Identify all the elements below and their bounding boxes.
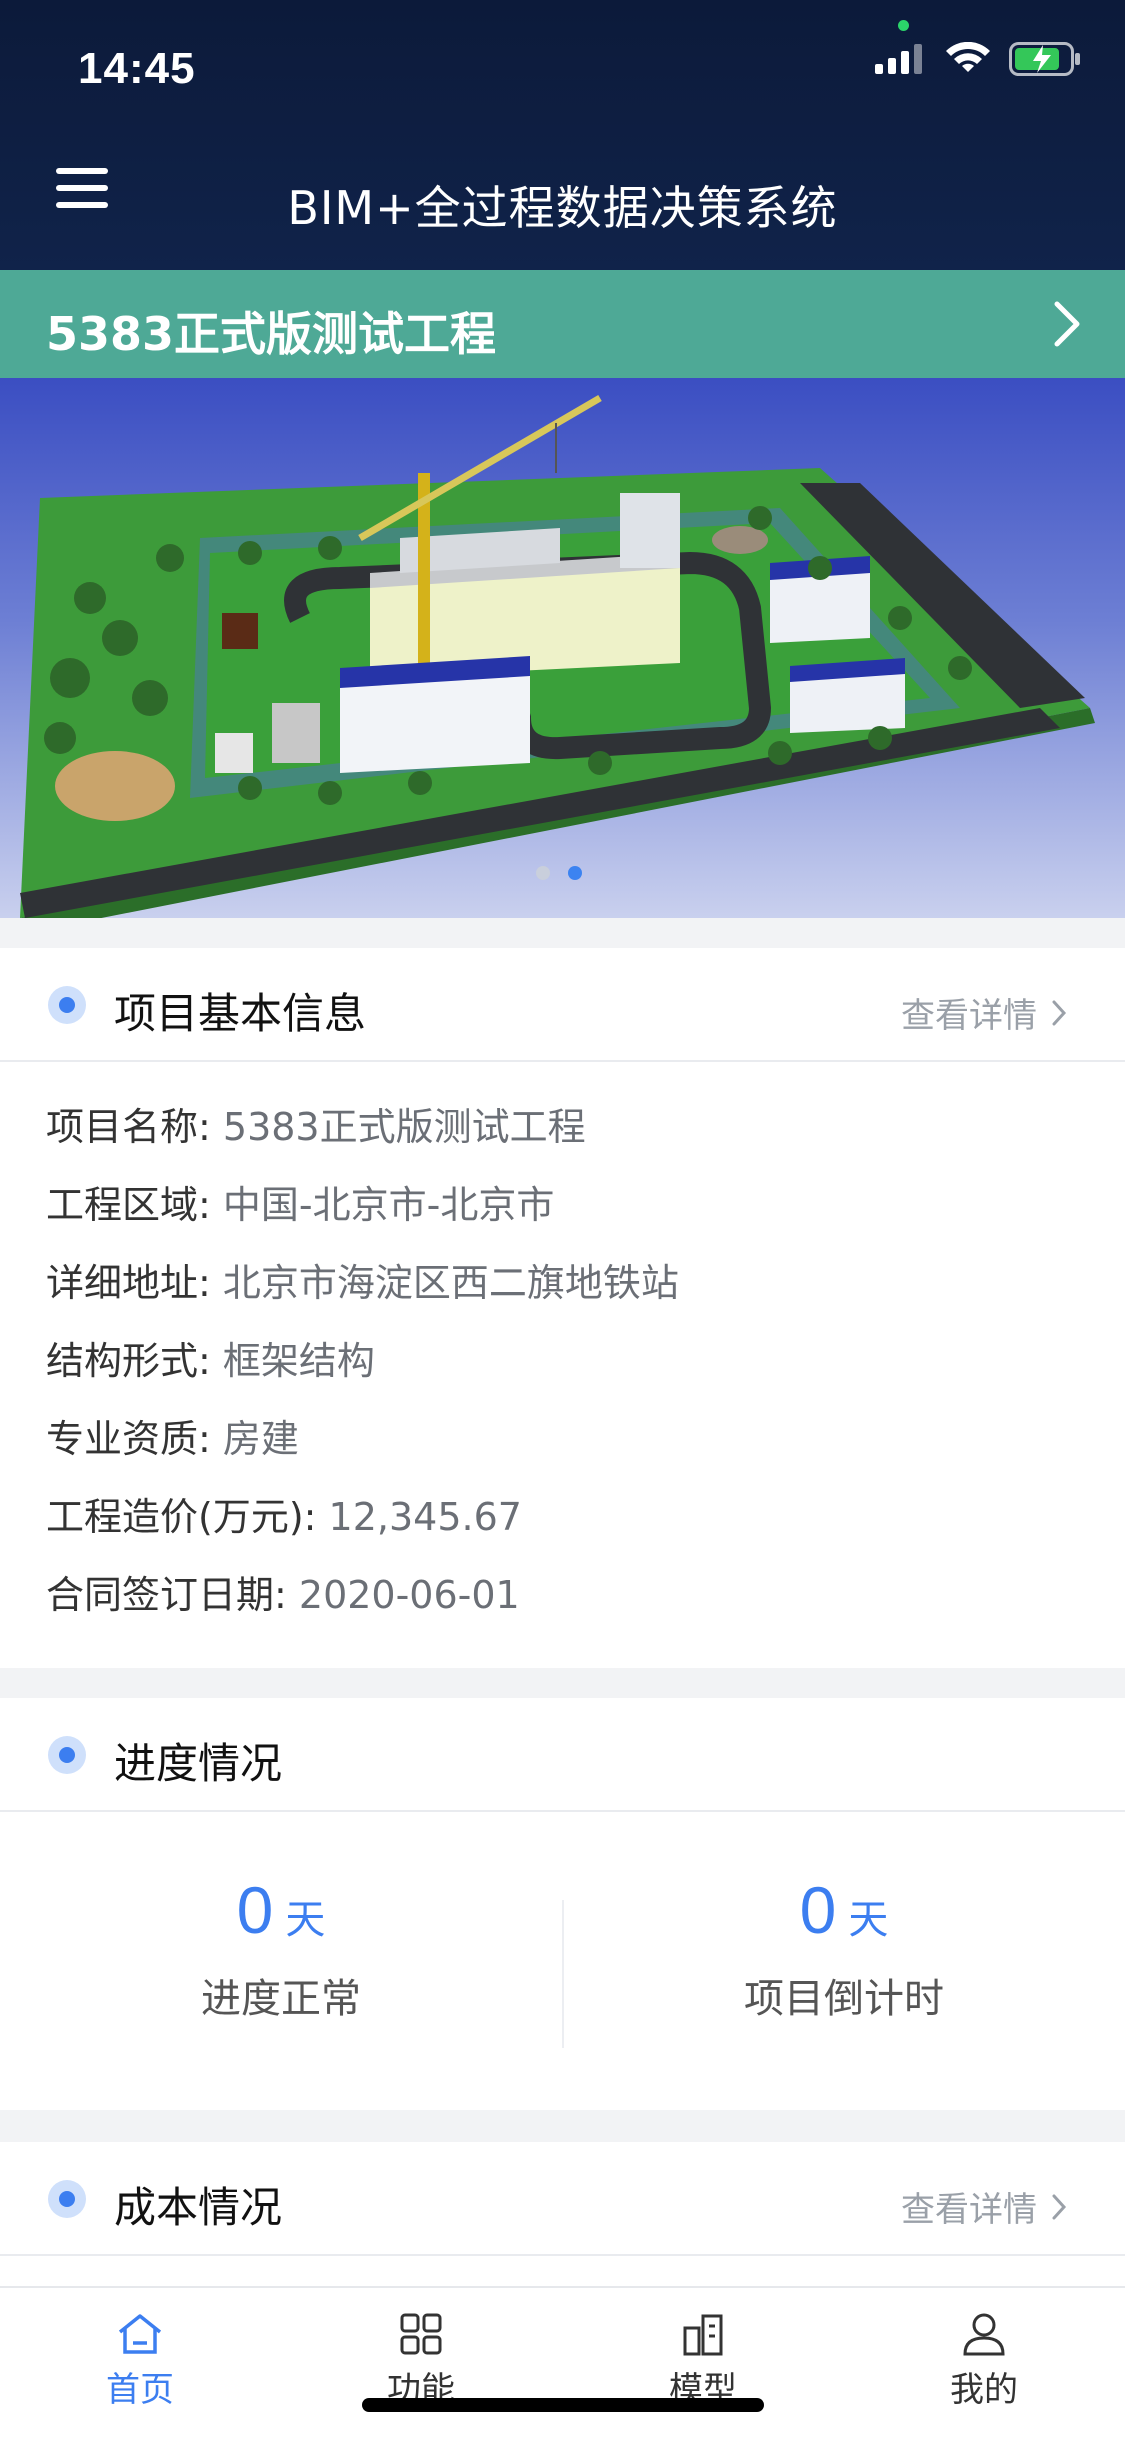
bim-site-model-image xyxy=(20,394,1095,918)
stat-unit: 天 xyxy=(848,1897,889,1943)
carousel-dot[interactable] xyxy=(536,866,550,880)
section-title: 成本情况 xyxy=(114,2183,283,2232)
project-name: 5383正式版测试工程 xyxy=(46,307,497,361)
info-row: 工程造价(万元): 12,345.67 xyxy=(46,1478,1079,1556)
stat-label: 进度正常 xyxy=(201,1976,361,2022)
tab-mine[interactable]: 我的 xyxy=(884,2312,1084,2411)
bottom-tab-bar: 首页 功能 模型 我的 xyxy=(0,2286,1125,2438)
cost-card: 成本情况 查看详情 xyxy=(0,2142,1125,2286)
info-row: 项目名称: 5383正式版测试工程 xyxy=(46,1088,1079,1166)
info-label: 合同签订日期: xyxy=(46,1573,299,1617)
grid-icon xyxy=(400,2313,442,2355)
view-details-label: 查看详情 xyxy=(901,996,1037,1036)
section-bullet-icon xyxy=(48,986,86,1024)
section-title: 项目基本信息 xyxy=(114,989,367,1038)
bim-model-carousel[interactable] xyxy=(0,378,1125,918)
tab-functions[interactable]: 功能 xyxy=(321,2312,521,2411)
basic-info-card: 项目基本信息 查看详情 项目名称: 5383正式版测试工程 工程区域: 中国-北… xyxy=(0,948,1125,1668)
chevron-right-icon xyxy=(1054,301,1080,347)
chevron-right-icon xyxy=(1052,2194,1067,2219)
info-label: 工程造价(万元): xyxy=(46,1495,329,1539)
stat-label: 项目倒计时 xyxy=(744,1976,944,2022)
progress-card: 进度情况 0天 进度正常 0天 项目倒计时 xyxy=(0,1698,1125,2110)
stat-progress-normal: 0天 进度正常 xyxy=(0,1872,562,2024)
stat-value: 0 xyxy=(236,1873,274,1947)
section-bullet-icon xyxy=(48,1736,86,1774)
carousel-dot-active[interactable] xyxy=(568,866,582,880)
building-icon xyxy=(683,2314,723,2356)
info-label: 工程区域: xyxy=(46,1183,223,1227)
progress-header: 进度情况 xyxy=(0,1698,1125,1812)
view-details-link[interactable]: 查看详情 xyxy=(901,2182,1067,2231)
info-label: 专业资质: xyxy=(46,1417,223,1461)
home-icon xyxy=(118,2314,162,2354)
info-value: 框架结构 xyxy=(222,1339,375,1383)
battery-icon xyxy=(1009,42,1080,76)
top-header: 14:45 BIM+全过程数据决策系统 xyxy=(0,0,1125,270)
tab-home[interactable]: 首页 xyxy=(40,2312,240,2411)
info-row: 专业资质: 房建 xyxy=(46,1400,1079,1478)
info-row: 合同签订日期: 2020-06-01 xyxy=(46,1556,1079,1634)
info-value: 5383正式版测试工程 xyxy=(222,1105,586,1149)
signal-icon xyxy=(875,44,922,74)
carousel-indicator[interactable] xyxy=(536,866,582,880)
info-value: 房建 xyxy=(222,1417,299,1461)
section-bullet-icon xyxy=(48,2180,86,2218)
user-icon xyxy=(963,2313,1005,2356)
page-title: BIM+全过程数据决策系统 xyxy=(287,181,838,235)
tab-model[interactable]: 模型 xyxy=(603,2312,803,2411)
status-icons xyxy=(875,42,1083,76)
info-row: 工程区域: 中国-北京市-北京市 xyxy=(46,1166,1079,1244)
cost-header: 成本情况 查看详情 xyxy=(0,2142,1125,2256)
stat-value: 0 xyxy=(799,1873,837,1947)
info-label: 详细地址: xyxy=(46,1261,223,1305)
basic-info-list: 项目名称: 5383正式版测试工程 工程区域: 中国-北京市-北京市 详细地址:… xyxy=(0,1062,1125,1634)
project-selector[interactable]: 5383正式版测试工程 xyxy=(0,270,1125,378)
info-row: 结构形式: 框架结构 xyxy=(46,1322,1079,1400)
section-title: 进度情况 xyxy=(114,1739,283,1788)
info-value: 北京市海淀区西二旗地铁站 xyxy=(222,1261,679,1305)
info-value: 中国-北京市-北京市 xyxy=(222,1183,555,1227)
stat-unit: 天 xyxy=(285,1897,326,1943)
view-details-label: 查看详情 xyxy=(901,2190,1037,2230)
status-time: 14:45 xyxy=(78,44,196,93)
info-row: 详细地址: 北京市海淀区西二旗地铁站 xyxy=(46,1244,1079,1322)
basic-info-header: 项目基本信息 查看详情 xyxy=(0,948,1125,1062)
stat-countdown: 0天 项目倒计时 xyxy=(563,1872,1125,2024)
tab-label: 首页 xyxy=(106,2370,174,2410)
info-value: 12,345.67 xyxy=(328,1495,522,1539)
view-details-link[interactable]: 查看详情 xyxy=(901,988,1067,1037)
tab-label: 我的 xyxy=(950,2370,1018,2410)
progress-stats: 0天 进度正常 0天 项目倒计时 xyxy=(0,1812,1125,2112)
chevron-right-icon xyxy=(1052,1000,1067,1025)
info-label: 结构形式: xyxy=(46,1339,223,1383)
info-value: 2020-06-01 xyxy=(298,1573,520,1617)
home-indicator[interactable] xyxy=(362,2398,764,2412)
info-label: 项目名称: xyxy=(46,1105,223,1149)
wifi-icon xyxy=(946,42,990,72)
camera-indicator xyxy=(898,20,909,31)
